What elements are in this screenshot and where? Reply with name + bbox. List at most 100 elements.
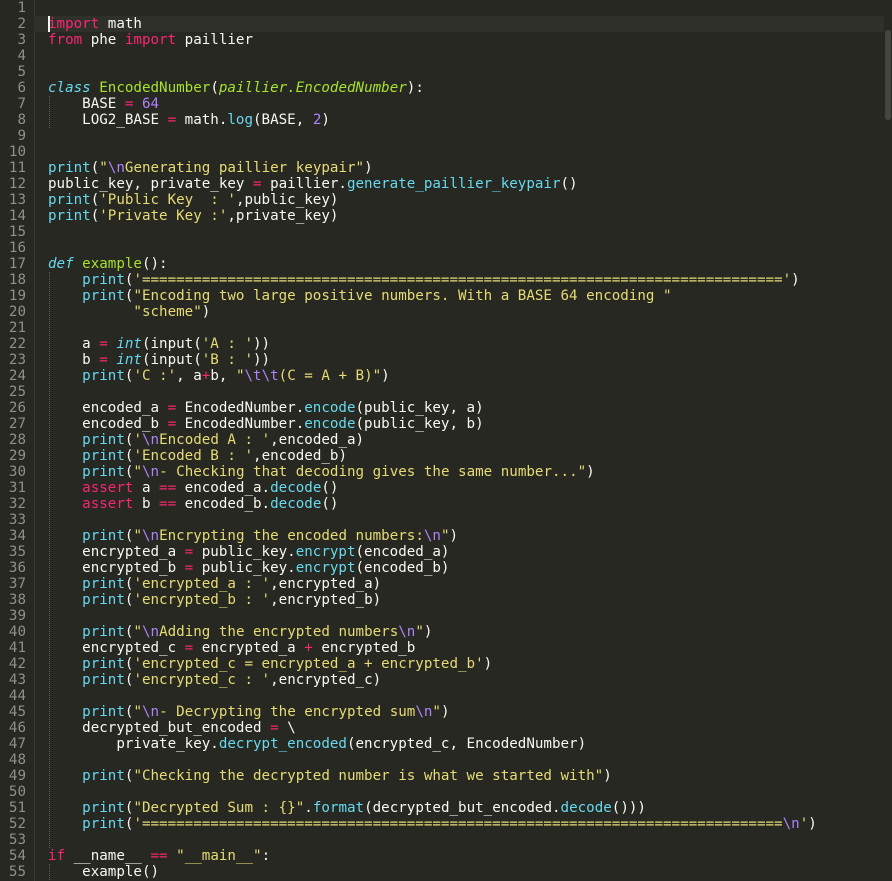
code-line[interactable]: BASE = 64 xyxy=(48,96,159,112)
code-token: (input( xyxy=(141,352,202,368)
code-line[interactable]: assert a == encoded_a.decode() xyxy=(48,480,338,496)
code-line[interactable]: if __name__ == "__main__": xyxy=(48,848,270,864)
code-token: + xyxy=(304,640,313,656)
code-token: print xyxy=(82,464,125,480)
code-line[interactable]: encrypted_b = public_key.encrypt(encoded… xyxy=(48,560,449,576)
code-editor[interactable]: 1 2 3 4 5 6 7 8 9 10 11 12 13 14 15 16 17 18 19 20 21 22 23 24 2… xyxy=(0,0,892,881)
line-number: 17 xyxy=(8,256,26,272)
line-number: 16 xyxy=(8,240,26,256)
code-token: example xyxy=(82,256,142,272)
code-line[interactable]: print("\n- Checking that decoding gives … xyxy=(48,464,595,480)
code-token: ) xyxy=(423,624,433,640)
code-token: ): xyxy=(406,80,424,96)
code-token: print xyxy=(82,448,125,464)
code-token: \n xyxy=(782,816,800,832)
code-line[interactable]: assert b == encoded_b.decode() xyxy=(48,496,338,512)
code-line[interactable]: print("Checking the decrypted number is … xyxy=(48,768,612,784)
code-token: int xyxy=(116,336,142,352)
line-number: 31 xyxy=(8,480,26,496)
code-line[interactable]: print("Decrypted Sum : {}".format(decryp… xyxy=(48,800,646,816)
code-line[interactable]: encoded_a = EncodedNumber.encode(public_… xyxy=(48,400,483,416)
code-token: EncodedNumber. xyxy=(176,416,305,432)
line-number: 30 xyxy=(8,464,26,480)
current-line-highlight xyxy=(34,16,892,32)
code-token: '=======================================… xyxy=(133,816,783,832)
code-token: = xyxy=(99,336,108,352)
code-line[interactable]: LOG2_BASE = math.log(BASE, 2) xyxy=(48,112,330,128)
code-token: ( xyxy=(90,208,100,224)
line-number: 2 xyxy=(17,16,26,32)
line-number: 53 xyxy=(8,832,26,848)
code-line[interactable]: print('=================================… xyxy=(48,272,800,288)
code-token: " xyxy=(415,624,424,640)
code-line[interactable]: print('=================================… xyxy=(48,816,817,832)
code-token: print xyxy=(82,768,125,784)
code-line[interactable]: print("\nGenerating paillier keypair") xyxy=(48,160,373,176)
code-token: ) xyxy=(321,112,330,128)
code-token: b xyxy=(133,496,160,512)
code-line[interactable]: print('encrypted_b : ',encrypted_b) xyxy=(48,592,381,608)
code-line[interactable]: print("\nAdding the encrypted numbers\n"… xyxy=(48,624,432,640)
code-token: encrypted_a xyxy=(48,544,185,560)
code-line[interactable]: decrypted_but_encoded = \ xyxy=(48,720,296,736)
code-line[interactable]: class EncodedNumber(paillier.EncodedNumb… xyxy=(48,80,424,96)
code-line[interactable]: "scheme") xyxy=(48,304,210,320)
code-line[interactable]: a = int(input('A : ')) xyxy=(48,336,270,352)
code-token: decode xyxy=(270,480,322,496)
scrollbar-thumb[interactable] xyxy=(885,30,891,120)
code-line[interactable]: print('Private Key :',private_key) xyxy=(48,208,338,224)
code-line[interactable]: public_key, private_key = paillier.gener… xyxy=(48,176,578,192)
code-token: Encoded A : ' xyxy=(159,432,271,448)
code-token: (encoded_a) xyxy=(355,544,450,560)
code-line[interactable]: encoded_b = EncodedNumber.encode(public_… xyxy=(48,416,483,432)
line-number: 41 xyxy=(8,640,26,656)
line-number: 18 xyxy=(8,272,26,288)
code-line[interactable]: private_key.decrypt_encoded(encrypted_c,… xyxy=(48,736,586,752)
line-number: 37 xyxy=(8,576,26,592)
line-number: 36 xyxy=(8,560,26,576)
code-line[interactable]: print('encrypted_c = encrypted_a + encry… xyxy=(48,656,492,672)
line-number: 19 xyxy=(8,288,26,304)
code-line[interactable]: encrypted_c = encrypted_a + encrypted_b xyxy=(48,640,415,656)
vertical-scrollbar[interactable] xyxy=(884,0,892,881)
code-token: \n xyxy=(398,624,416,640)
code-token: print xyxy=(82,432,125,448)
code-line[interactable]: b = int(input('B : ')) xyxy=(48,352,270,368)
line-number: 23 xyxy=(8,352,26,368)
code-line[interactable]: import math xyxy=(48,16,142,32)
code-token: Generating paillier keypair" xyxy=(124,160,365,176)
code-line[interactable]: print('C :', a+b, "\t\t(C = A + B)") xyxy=(48,368,390,384)
code-token: 'encrypted_b : ' xyxy=(133,592,271,608)
code-token: EncodedNumber xyxy=(99,80,211,96)
code-line[interactable]: print('encrypted_c : ',encrypted_c) xyxy=(48,672,381,688)
code-line[interactable]: print('encrypted_a : ',encrypted_a) xyxy=(48,576,381,592)
code-line[interactable]: print('Public Key : ',public_key) xyxy=(48,192,338,208)
code-token: ,encoded_a) xyxy=(270,432,365,448)
code-line[interactable]: print('\nEncoded A : ',encoded_a) xyxy=(48,432,364,448)
code-token: 64 xyxy=(141,96,160,112)
code-line[interactable]: encrypted_a = public_key.encrypt(encoded… xyxy=(48,544,449,560)
code-line[interactable]: example() xyxy=(48,864,159,880)
code-token: ) xyxy=(791,272,800,288)
code-token: " xyxy=(235,368,245,384)
code-line[interactable]: print("\nEncrypting the encoded numbers:… xyxy=(48,528,458,544)
code-token: encrypted_a xyxy=(193,640,305,656)
code-token: ' xyxy=(133,432,142,448)
code-line[interactable]: def example(): xyxy=(48,256,168,272)
line-number: 26 xyxy=(8,400,26,416)
code-token: - Decrypting the encrypted sum xyxy=(159,704,416,720)
code-token: \n xyxy=(141,704,160,720)
code-line[interactable]: from phe import paillier xyxy=(48,32,253,48)
code-token: b xyxy=(48,352,100,368)
code-line[interactable]: print("\n- Decrypting the encrypted sum\… xyxy=(48,704,449,720)
code-line[interactable]: print("Encoding two large positive numbe… xyxy=(48,288,671,304)
code-line[interactable]: print('Encoded B : ',encoded_b) xyxy=(48,448,347,464)
